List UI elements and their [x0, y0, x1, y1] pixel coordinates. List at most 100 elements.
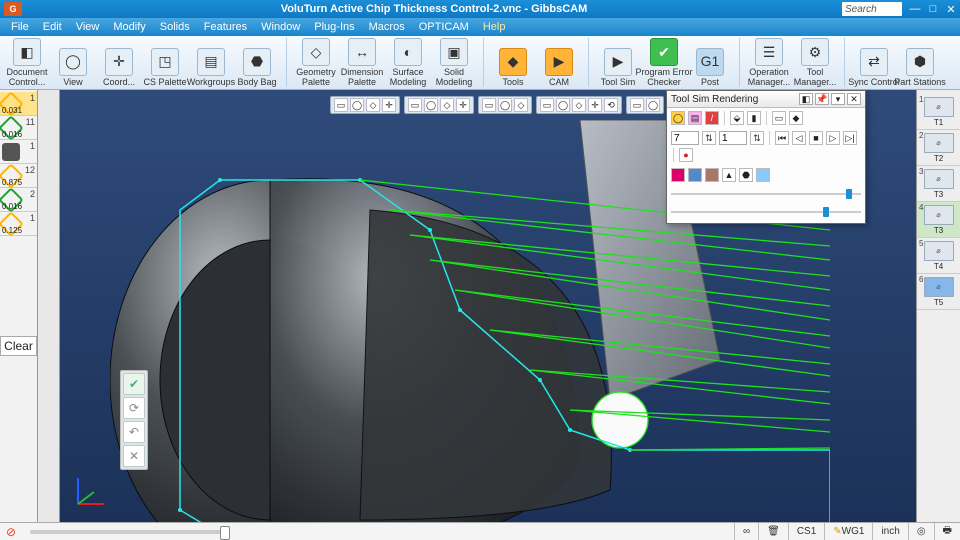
step-input[interactable] — [719, 131, 747, 145]
ribbon-coord-button[interactable]: ✛Coord... — [96, 48, 142, 87]
panel-dock-button[interactable]: ◧ — [799, 93, 813, 105]
layer-f-icon[interactable] — [756, 168, 770, 182]
tool-row[interactable]: 10.125 — [0, 212, 37, 236]
window-minimize-button[interactable]: — — [906, 3, 924, 15]
ribbon-geopal-button[interactable]: ◇Geometry Palette — [293, 38, 339, 87]
ribbon-wg-button[interactable]: ▤Workgroups — [188, 48, 234, 87]
viewport-tool-button[interactable]: ◇ — [514, 98, 528, 112]
status-target-icon[interactable]: ◎ — [908, 523, 934, 540]
disp-tool-icon[interactable]: ⬙ — [730, 111, 744, 125]
tool-row[interactable]: 1 — [0, 140, 37, 164]
ribbon-cam-button[interactable]: ▶CAM — [536, 48, 582, 87]
ribbon-opmgr-button[interactable]: ☰Operation Manager... — [746, 38, 792, 87]
ribbon-doc-button[interactable]: ◧Document Control... — [4, 38, 50, 87]
menu-opticam[interactable]: OPTICAM — [412, 21, 476, 33]
window-close-button[interactable]: ✕ — [942, 3, 960, 16]
operation-row[interactable]: 6⌀T5 — [917, 274, 960, 310]
accept-button[interactable]: ✔ — [123, 373, 145, 395]
play-button[interactable]: ▷ — [826, 131, 840, 145]
status-print-icon[interactable]: 🖶 — [934, 523, 960, 540]
viewport-tool-button[interactable]: ⟲ — [604, 98, 618, 112]
disp-fixture-icon[interactable]: ◆ — [789, 111, 803, 125]
operation-row[interactable]: 3⌀T3 — [917, 166, 960, 202]
menu-features[interactable]: Features — [197, 21, 254, 33]
viewport-tool-button[interactable]: ◯ — [424, 98, 438, 112]
menu-modify[interactable]: Modify — [106, 21, 152, 33]
operation-row[interactable]: 2⌀T2 — [917, 130, 960, 166]
status-zoom-slider[interactable] — [30, 530, 230, 534]
ribbon-progerr-button[interactable]: ✔Program Error Checker — [641, 38, 687, 87]
viewport-tool-button[interactable]: ◯ — [646, 98, 660, 112]
layer-b-icon[interactable] — [688, 168, 702, 182]
menu-window[interactable]: Window — [254, 21, 307, 33]
ribbon-tools-button[interactable]: ◆Tools — [490, 48, 536, 87]
viewport-tool-button[interactable]: ▭ — [482, 98, 496, 112]
transparency-slider-2[interactable] — [671, 205, 861, 219]
status-wg-button[interactable]: ✎ WG1 — [824, 523, 872, 540]
menu-file[interactable]: File — [4, 21, 36, 33]
viewport-tool-button[interactable]: ✛ — [382, 98, 396, 112]
menu-view[interactable]: View — [69, 21, 107, 33]
layer-c-icon[interactable] — [705, 168, 719, 182]
viewport-tool-button[interactable]: ◇ — [572, 98, 586, 112]
viewport-tool-button[interactable]: ▭ — [408, 98, 422, 112]
panel-menu-button[interactable]: ▾ — [831, 93, 845, 105]
viewport-tool-button[interactable]: ▭ — [334, 98, 348, 112]
cancel-button[interactable]: ✕ — [123, 445, 145, 467]
ribbon-toolsim-button[interactable]: ▶Tool Sim — [595, 48, 641, 87]
menu-edit[interactable]: Edit — [36, 21, 69, 33]
layer-a-icon[interactable] — [671, 168, 685, 182]
tool-list-scroll[interactable] — [38, 90, 60, 522]
panel-close-button[interactable]: ✕ — [847, 93, 861, 105]
viewport-tool-button[interactable]: ▭ — [540, 98, 554, 112]
step-fwd-button[interactable]: ▷| — [843, 131, 857, 145]
tool-row[interactable]: 110.016 — [0, 116, 37, 140]
menu-plugins[interactable]: Plug-Ins — [307, 21, 361, 33]
viewport-tool-button[interactable]: ◯ — [498, 98, 512, 112]
stop-button[interactable]: ■ — [809, 131, 823, 145]
record-button[interactable]: ● — [679, 148, 693, 162]
viewport-tool-button[interactable]: ✛ — [588, 98, 602, 112]
speed-input[interactable] — [671, 131, 699, 145]
layer-d-icon[interactable]: ▲ — [722, 168, 736, 182]
status-loop-icon[interactable]: ∞ — [734, 523, 758, 540]
ribbon-bodybag-button[interactable]: ⬣Body Bag — [234, 48, 280, 87]
transparency-slider-1[interactable] — [671, 187, 861, 201]
menu-help[interactable]: Help — [476, 21, 513, 33]
viewport-tool-button[interactable]: ◇ — [440, 98, 454, 112]
layer-e-icon[interactable]: ⬣ — [739, 168, 753, 182]
clear-button[interactable]: Clear — [0, 336, 37, 356]
viewport-tool-button[interactable]: ◇ — [366, 98, 380, 112]
disp-holder-icon[interactable]: ▮ — [747, 111, 761, 125]
search-input[interactable]: Search — [842, 2, 902, 16]
undo-button[interactable]: ↶ — [123, 421, 145, 443]
view-axes-gizmo[interactable] — [70, 472, 110, 512]
tool-row[interactable]: 120.875 — [0, 164, 37, 188]
ribbon-solidmod-button[interactable]: ▣Solid Modeling — [431, 38, 477, 87]
ribbon-sync-button[interactable]: ⇄Sync Control — [851, 48, 897, 87]
step-step-icon[interactable]: ⇅ — [750, 131, 764, 145]
menu-solids[interactable]: Solids — [153, 21, 197, 33]
rewind-button[interactable]: ⏮ — [775, 131, 789, 145]
apply-button[interactable]: ⟳ — [123, 397, 145, 419]
ribbon-parts-button[interactable]: ⬢Part Stations — [897, 48, 943, 87]
ribbon-view-button[interactable]: ◯View — [50, 48, 96, 87]
window-maximize-button[interactable]: □ — [924, 3, 942, 15]
panel-pin-button[interactable]: 📌 — [815, 93, 829, 105]
viewport-tool-button[interactable]: ✛ — [456, 98, 470, 112]
viewport-tool-button[interactable]: ▭ — [630, 98, 644, 112]
ribbon-toolmgr-button[interactable]: ⚙Tool Manager... — [792, 38, 838, 87]
status-units-button[interactable]: inch — [872, 523, 907, 540]
operation-row[interactable]: 5⌀T4 — [917, 238, 960, 274]
tool-row[interactable]: 20.016 — [0, 188, 37, 212]
ribbon-dimpal-button[interactable]: ↔Dimension Palette — [339, 38, 385, 87]
status-alert-icon[interactable]: ⊘ — [0, 525, 22, 539]
status-trash-icon[interactable]: 🗑 — [758, 523, 788, 540]
disp-stock-icon[interactable]: ▭ — [772, 111, 786, 125]
ribbon-surfmod-button[interactable]: ◐Surface Modeling — [385, 38, 431, 87]
menu-macros[interactable]: Macros — [362, 21, 412, 33]
ribbon-post-button[interactable]: G1Post — [687, 48, 733, 87]
speed-step-icon[interactable]: ⇅ — [702, 131, 716, 145]
viewport-tool-button[interactable]: ◯ — [350, 98, 364, 112]
operation-row[interactable]: 4⌀T3 — [917, 202, 960, 238]
